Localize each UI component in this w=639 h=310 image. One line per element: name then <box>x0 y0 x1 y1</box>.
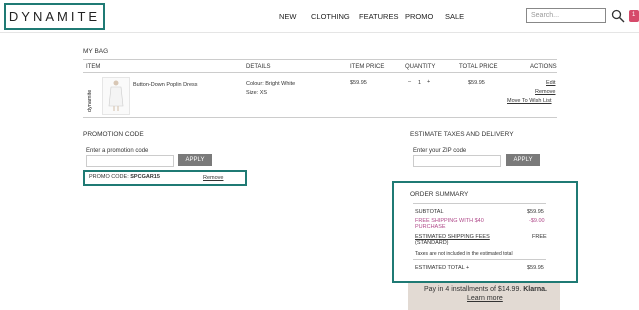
col-item: ITEM <box>86 64 101 70</box>
product-size: Size: XS <box>246 90 268 96</box>
col-total-price: TOTAL PRICE <box>459 64 498 70</box>
nav-clothing[interactable]: CLOTHING <box>311 12 350 21</box>
bag-bottom-rule <box>83 117 557 118</box>
promo-remove-link[interactable]: Remove <box>203 175 223 181</box>
promo-applied-code: SPCGAR15 <box>130 174 160 180</box>
klarna-text: Pay in 4 installments of $14.99. Klarna. <box>424 286 547 293</box>
est-shipping-value: FREE <box>532 234 547 240</box>
search-input[interactable]: Search... <box>526 8 606 23</box>
nav-new[interactable]: NEW <box>279 12 297 21</box>
qty-value[interactable]: 1 <box>418 80 421 86</box>
col-details: DETAILS <box>246 64 271 70</box>
free-shipping-label: FREE SHIPPING WITH $40 PURCHASE <box>415 218 484 230</box>
col-item-price: ITEM PRICE <box>350 64 385 70</box>
summary-top-rule <box>413 203 546 204</box>
qty-increase-button[interactable]: + <box>427 79 430 85</box>
qty-decrease-button[interactable]: – <box>408 79 411 85</box>
product-image[interactable] <box>102 77 130 115</box>
header-divider <box>0 32 639 33</box>
tax-note: Taxes are not included in the estimated … <box>415 251 513 257</box>
zip-label: Enter your ZIP code <box>413 148 467 154</box>
edit-link[interactable]: Edit <box>546 80 555 86</box>
total-value: $59.95 <box>527 265 544 271</box>
summary-title: ORDER SUMMARY <box>410 191 469 198</box>
tax-title: ESTIMATE TAXES AND DELIVERY <box>410 131 514 138</box>
klarna-logo: Klarna. <box>523 286 547 293</box>
cart-count: 1 <box>632 12 636 18</box>
product-colour: Colour: Bright White <box>246 81 296 87</box>
promo-apply-button[interactable]: APPLY <box>178 154 212 166</box>
promo-applied-label: PROMO CODE: SPCGAR15 <box>89 174 160 180</box>
promo-title: PROMOTION CODE <box>83 131 144 138</box>
promo-label: Enter a promotion code <box>86 148 149 154</box>
bag-header-rule <box>83 72 557 73</box>
nav-sale[interactable]: SALE <box>445 12 464 21</box>
klarna-learn-more-link[interactable]: Learn more <box>467 295 503 302</box>
zip-input[interactable] <box>413 155 501 167</box>
nav-features[interactable]: FEATURES <box>359 12 398 21</box>
promo-code-input[interactable] <box>86 155 174 167</box>
subtotal-label: SUBTOTAL <box>415 209 444 215</box>
total-label: ESTIMATED TOTAL + <box>415 265 470 271</box>
zip-apply-button[interactable]: APPLY <box>506 154 540 166</box>
remove-link[interactable]: Remove <box>535 89 555 95</box>
item-price: $59.95 <box>350 80 367 86</box>
bag-title: MY BAG <box>83 48 109 55</box>
summary-total-rule <box>413 259 546 260</box>
bag-top-rule <box>83 59 557 60</box>
search-icon[interactable] <box>611 9 625 23</box>
logo[interactable]: DYNAMITE <box>4 3 105 30</box>
col-quantity: QUANTITY <box>405 64 436 70</box>
cart-icon[interactable]: 1 <box>629 10 639 22</box>
nav-promo[interactable]: PROMO <box>405 12 433 21</box>
free-shipping-value: -$9.00 <box>529 218 545 224</box>
brand-vertical-label: dynamite <box>87 89 93 112</box>
est-shipping-label[interactable]: ESTIMATED SHIPPING FEES (STANDARD) <box>415 234 490 246</box>
col-actions: ACTIONS <box>530 64 557 70</box>
move-to-wishlist-link[interactable]: Move To Wish List <box>507 98 552 104</box>
subtotal-value: $59.95 <box>527 209 544 215</box>
total-price: $59.95 <box>468 80 485 86</box>
product-name[interactable]: Button-Down Poplin Dress <box>133 82 198 88</box>
